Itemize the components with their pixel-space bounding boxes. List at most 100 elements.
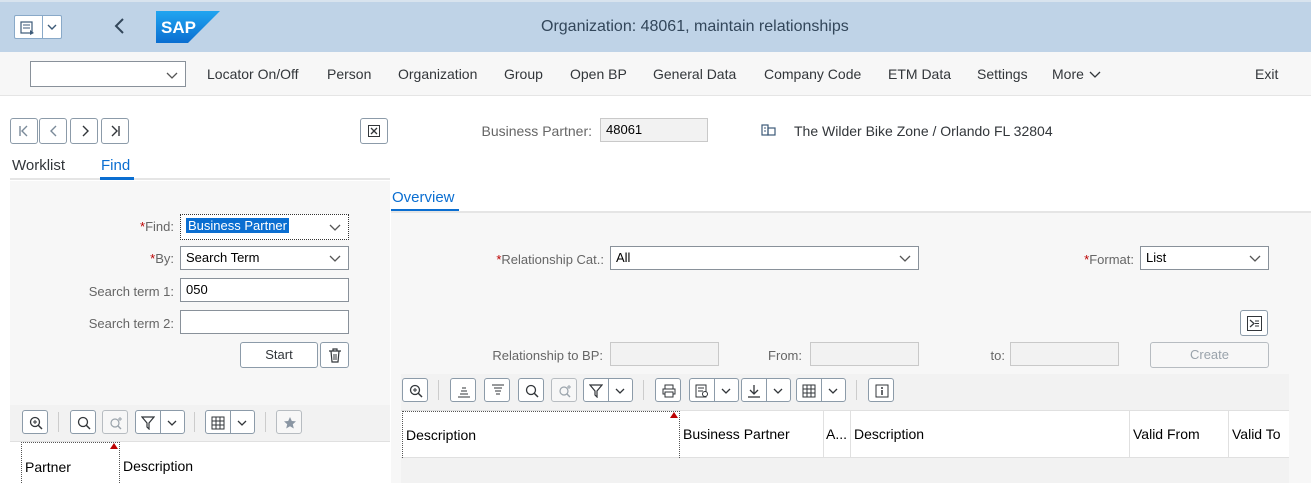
locator-toggle-button[interactable]: Locator On/Off: [207, 66, 299, 82]
search-icon: [77, 416, 91, 430]
last-icon: [111, 125, 120, 137]
search-term-1-input[interactable]: 050: [180, 278, 349, 302]
chevron-down-icon: [828, 388, 838, 394]
locator-column-description[interactable]: Description: [123, 458, 193, 474]
relationship-category-select[interactable]: All: [610, 246, 919, 270]
delete-search-button[interactable]: [320, 342, 349, 368]
chevron-down-icon: [329, 224, 341, 231]
layout-button[interactable]: [205, 410, 255, 434]
shell-bar: SAP Organization: 48061, maintain relati…: [0, 0, 1311, 52]
chevron-down-icon: [773, 388, 783, 394]
menu-button[interactable]: [14, 15, 62, 39]
tab-overview[interactable]: Overview: [392, 189, 455, 206]
close-icon: [368, 125, 380, 137]
column-description-1[interactable]: Description: [402, 411, 680, 458]
back-icon[interactable]: [112, 17, 128, 35]
grid-layout-icon: [211, 416, 225, 430]
layout-button[interactable]: [796, 378, 846, 402]
chevron-down-icon: [237, 420, 247, 426]
print-icon: [662, 384, 676, 398]
info-button[interactable]: [868, 378, 894, 402]
view-button[interactable]: [689, 378, 739, 402]
sort-descending-button[interactable]: [484, 378, 510, 402]
chevron-down-icon: [899, 255, 911, 262]
column-valid-from[interactable]: Valid From: [1133, 426, 1200, 442]
info-icon: [875, 384, 889, 398]
chevron-down-icon: [1089, 71, 1101, 79]
next-record-button[interactable]: [70, 118, 98, 144]
locator-tabstrip: [10, 178, 390, 180]
column-divider: [850, 411, 851, 458]
find-button[interactable]: [70, 410, 96, 434]
download-icon: [748, 385, 760, 398]
separator: [438, 380, 439, 400]
group-button[interactable]: Group: [504, 66, 543, 82]
sort-ascending-icon: [458, 387, 470, 398]
column-business-partner[interactable]: Business Partner: [683, 426, 790, 442]
column-divider: [823, 411, 824, 458]
format-select[interactable]: List: [1140, 246, 1269, 270]
bp-number-field[interactable]: 48061: [600, 118, 708, 142]
window-title: Organization: 48061, maintain relationsh…: [541, 18, 849, 35]
close-locator-button[interactable]: [360, 118, 388, 144]
find-button[interactable]: [518, 378, 544, 402]
tab-find[interactable]: Find: [101, 157, 130, 174]
general-data-button[interactable]: General Data: [653, 66, 736, 82]
etm-data-button[interactable]: ETM Data: [888, 66, 951, 82]
tab-worklist[interactable]: Worklist: [12, 157, 65, 174]
column-a[interactable]: A...: [826, 426, 848, 442]
separator: [856, 380, 857, 400]
open-bp-button[interactable]: Open BP: [570, 66, 627, 82]
chevron-down-icon: [721, 388, 731, 394]
relationship-to-bp-field: [610, 342, 719, 366]
column-description-2[interactable]: Description: [854, 426, 924, 442]
locator-column-partner[interactable]: Partner: [21, 442, 120, 483]
organization-button[interactable]: Organization: [398, 66, 477, 82]
relationship-to-bp-label: Relationship to BP:: [492, 348, 603, 363]
exit-button[interactable]: Exit: [1255, 66, 1278, 82]
first-record-button[interactable]: [10, 118, 38, 144]
favorites-button[interactable]: [276, 410, 302, 434]
more-button[interactable]: More: [1052, 66, 1102, 82]
required-column-marker: [110, 443, 118, 449]
company-code-button[interactable]: Company Code: [764, 66, 861, 82]
command-field[interactable]: [30, 61, 186, 87]
print-button[interactable]: [655, 378, 681, 402]
filter-icon: [141, 416, 155, 430]
previous-record-button[interactable]: [39, 118, 67, 144]
search-term-2-input[interactable]: [180, 310, 349, 334]
find-next-button[interactable]: [551, 378, 577, 402]
trash-icon: [329, 348, 341, 363]
grid-layout-icon: [802, 384, 816, 398]
column-valid-to[interactable]: Valid To: [1232, 426, 1281, 442]
bp-description: The Wilder Bike Zone / Orlando FL 32804: [794, 123, 1053, 139]
chevron-down-icon: [166, 72, 178, 79]
search-plus-icon: [559, 385, 571, 398]
create-button[interactable]: Create: [1150, 342, 1269, 368]
find-next-button[interactable]: [102, 410, 128, 434]
previous-icon: [50, 125, 57, 137]
details-button[interactable]: [402, 378, 428, 402]
chevron-down-icon: [167, 420, 177, 426]
by-select[interactable]: Search Term: [180, 246, 349, 270]
details-button[interactable]: [22, 410, 48, 434]
filter-button[interactable]: [135, 410, 185, 434]
settings-button[interactable]: Settings: [977, 66, 1028, 82]
filter-button[interactable]: [583, 378, 633, 402]
sort-ascending-button[interactable]: [450, 378, 476, 402]
collapse-details-button[interactable]: [1240, 310, 1268, 336]
filter-icon: [589, 384, 603, 398]
relationship-table-body: [401, 458, 1289, 483]
collapse-icon: [1247, 316, 1262, 331]
first-icon: [19, 125, 28, 137]
find-select[interactable]: Business Partner: [180, 214, 349, 240]
export-button[interactable]: [741, 378, 791, 402]
start-button[interactable]: Start: [240, 342, 318, 368]
next-icon: [82, 125, 89, 137]
tab-find-underline: [100, 177, 134, 180]
person-button[interactable]: Person: [327, 66, 371, 82]
to-label: to:: [990, 348, 1005, 363]
last-record-button[interactable]: [101, 118, 129, 144]
view-icon: [695, 384, 708, 398]
from-date-field: [810, 342, 919, 366]
